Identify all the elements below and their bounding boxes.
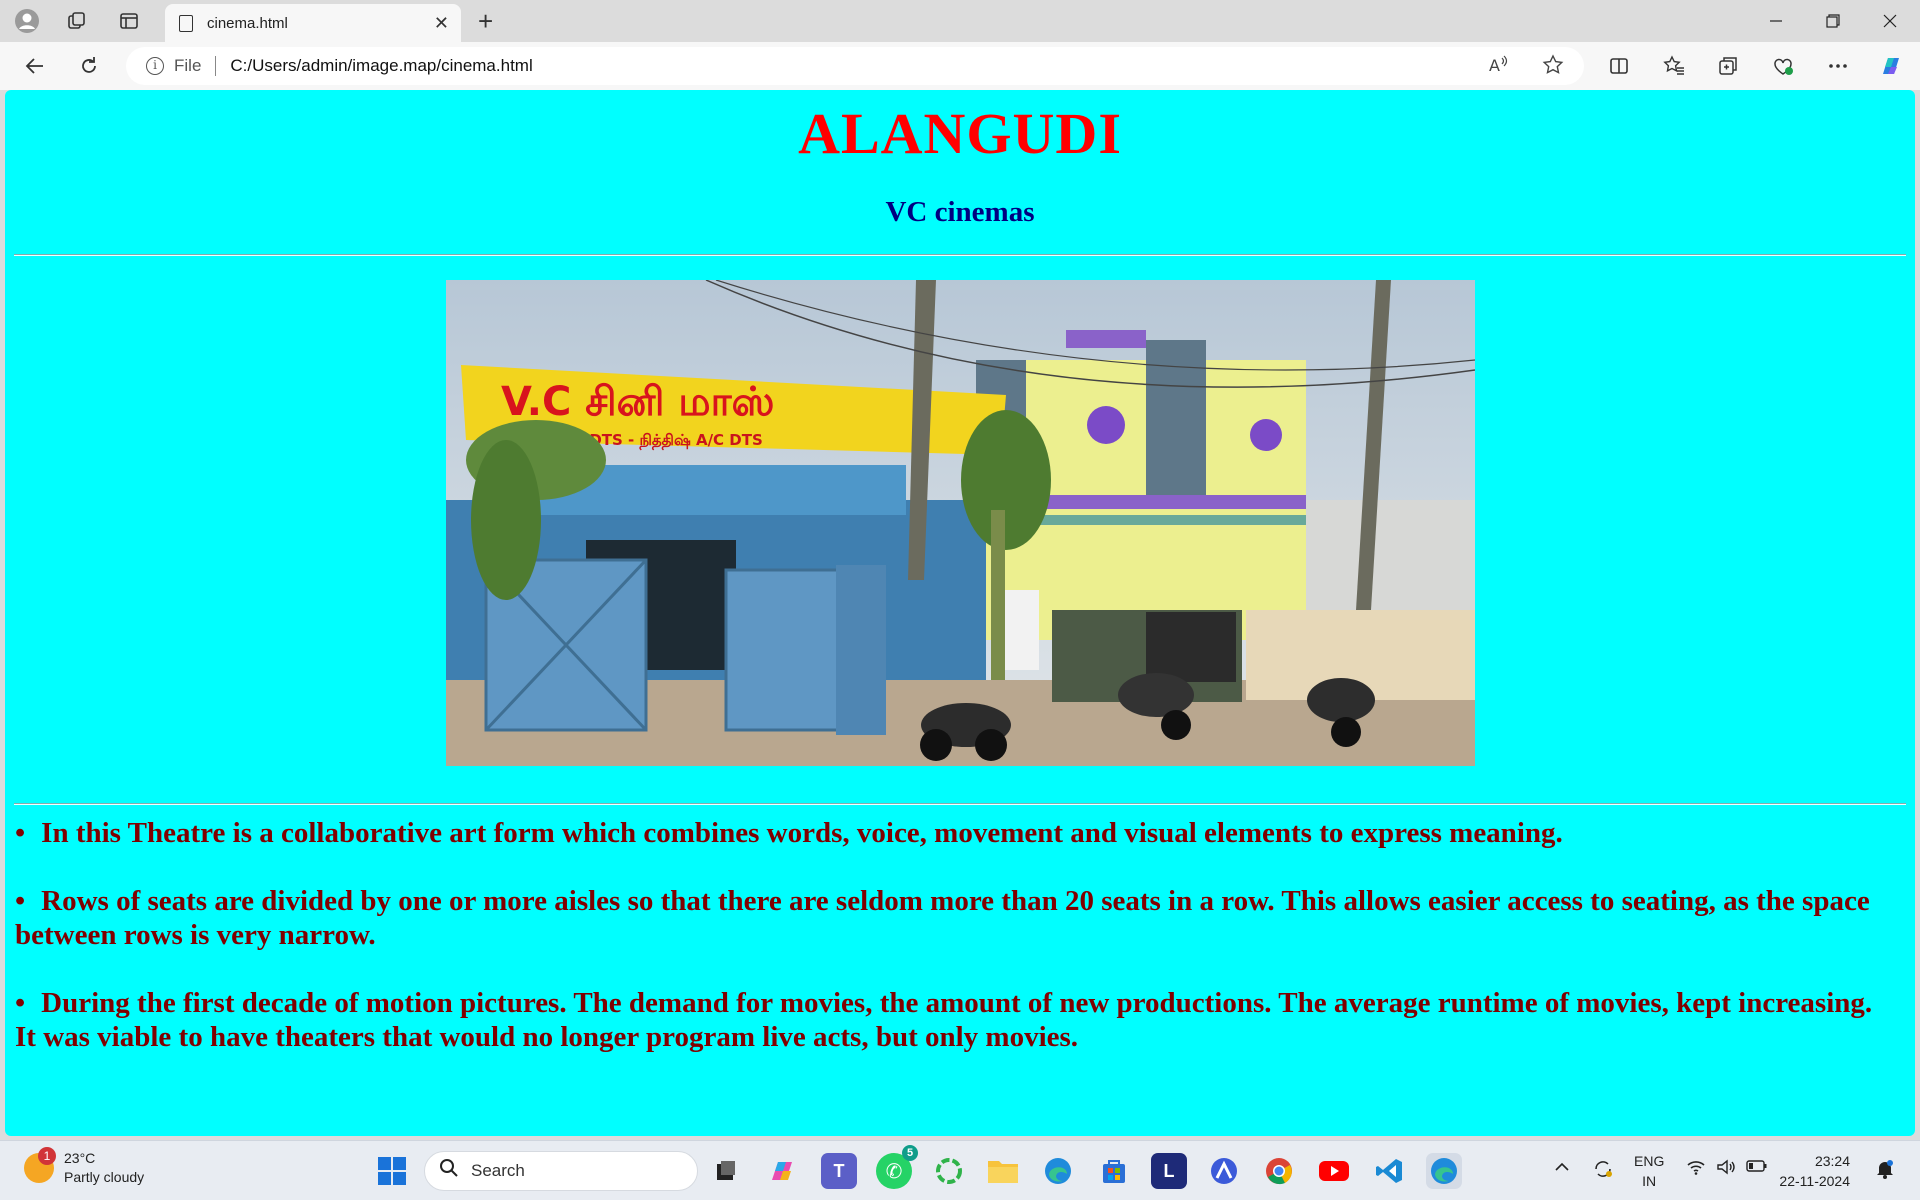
vertical-tabs-icon[interactable] xyxy=(114,8,144,34)
search-label: Search xyxy=(471,1161,525,1180)
wifi-icon[interactable] xyxy=(1686,1159,1706,1180)
page-content: ALANGUDI VC cinemas V.C சினி மாஸ் A/C DT… xyxy=(5,90,1915,1136)
info-bullets: • In this Theatre is a collaborative art … xyxy=(15,816,1895,1088)
bullet-item: • During the first decade of motion pictu… xyxy=(15,986,1895,1054)
youtube-icon[interactable] xyxy=(1316,1153,1352,1189)
new-tab-button[interactable]: + xyxy=(478,6,493,37)
banner-title: V.C சினி மாஸ் xyxy=(501,379,774,425)
search-icon xyxy=(439,1158,459,1184)
copilot-app-icon[interactable] xyxy=(765,1153,801,1189)
read-aloud-icon[interactable]: A xyxy=(1488,54,1510,82)
back-button[interactable] xyxy=(18,50,52,82)
refresh-button[interactable] xyxy=(72,50,106,82)
bottom-divider xyxy=(14,803,1906,805)
favorites-icon[interactable] xyxy=(1657,50,1691,82)
system-clock[interactable]: 23:24 22-11-2024 xyxy=(1779,1151,1850,1191)
tab-title: cinema.html xyxy=(207,14,288,32)
bullet-symbol: • xyxy=(15,885,26,917)
workspaces-icon[interactable] xyxy=(62,8,92,34)
weather-temp: 23°C xyxy=(64,1150,96,1166)
whatsapp-icon[interactable]: ✆ 5 xyxy=(876,1145,918,1189)
start-windows-icon[interactable] xyxy=(374,1153,410,1189)
site-info-icon[interactable]: i xyxy=(146,57,164,75)
bullet-text: In this Theatre is a collaborative art f… xyxy=(41,817,1563,849)
weather-desc: Partly cloudy xyxy=(64,1169,145,1185)
address-bar[interactable]: i File C:/Users/admin/image.map/cinema.h… xyxy=(126,47,1584,85)
weather-badge: 1 xyxy=(38,1147,56,1165)
browser-title-bar: cinema.html ✕ + xyxy=(0,0,1920,42)
store-icon[interactable] xyxy=(1096,1153,1132,1189)
top-divider xyxy=(14,254,1906,256)
refresh-app-icon[interactable] xyxy=(931,1153,967,1189)
svg-text:A: A xyxy=(1489,56,1500,75)
bullet-item: • Rows of seats are divided by one or mor… xyxy=(15,884,1895,952)
task-view-icon[interactable] xyxy=(708,1153,744,1189)
bullet-item: • In this Theatre is a collaborative art … xyxy=(15,816,1895,850)
notification-bell-icon[interactable] xyxy=(1876,1159,1894,1184)
clock-time: 23:24 xyxy=(1814,1153,1850,1169)
l-app-icon[interactable]: L xyxy=(1151,1153,1187,1189)
tab-cinema[interactable]: cinema.html ✕ xyxy=(165,4,461,42)
volume-icon[interactable] xyxy=(1716,1159,1736,1180)
address-prefix: File xyxy=(174,56,202,75)
page-heading: ALANGUDI xyxy=(798,101,1122,166)
browser-toolbar: i File C:/Users/admin/image.map/cinema.h… xyxy=(0,42,1920,90)
bullet-symbol: • xyxy=(15,817,26,849)
sync-icon[interactable] xyxy=(1592,1159,1614,1184)
weather-icon: 1 xyxy=(24,1147,56,1183)
language-indicator[interactable]: ENG IN xyxy=(1634,1151,1664,1191)
favorite-star-icon[interactable] xyxy=(1542,54,1564,82)
more-options-icon[interactable] xyxy=(1821,50,1855,82)
document-icon xyxy=(179,14,193,32)
battery-icon[interactable] xyxy=(1746,1159,1768,1178)
lang-line1: ENG xyxy=(1634,1153,1665,1169)
weather-widget[interactable]: 1 23°C Partly cloudy xyxy=(24,1147,145,1187)
arc-app-icon[interactable] xyxy=(1206,1153,1242,1189)
close-tab-icon[interactable]: ✕ xyxy=(434,13,449,34)
edge-icon[interactable] xyxy=(1040,1153,1076,1189)
split-screen-icon[interactable] xyxy=(1602,50,1636,82)
teams-icon[interactable]: T xyxy=(821,1153,857,1189)
restore-button[interactable] xyxy=(1813,6,1853,36)
collections-icon[interactable] xyxy=(1711,50,1745,82)
minimize-button[interactable] xyxy=(1756,6,1796,36)
edge-active-icon[interactable] xyxy=(1426,1153,1462,1189)
url-text[interactable]: C:/Users/admin/image.map/cinema.html xyxy=(230,56,532,76)
close-window-button[interactable] xyxy=(1870,6,1910,36)
taskbar: 1 23°C Partly cloudy Search T ✆ 5 L ENG … xyxy=(0,1140,1920,1200)
bullet-symbol: • xyxy=(15,987,26,1019)
taskbar-search[interactable]: Search xyxy=(424,1151,698,1191)
address-separator xyxy=(215,56,217,76)
browser-essentials-icon[interactable] xyxy=(1766,50,1800,82)
bullet-text: Rows of seats are divided by one or more… xyxy=(15,885,1870,951)
whatsapp-badge: 5 xyxy=(902,1145,918,1161)
lang-line2: IN xyxy=(1642,1173,1657,1189)
vscode-icon[interactable] xyxy=(1371,1153,1407,1189)
bullet-text: During the first decade of motion pictur… xyxy=(15,987,1873,1053)
profile-icon[interactable] xyxy=(12,8,42,34)
show-hidden-icons[interactable] xyxy=(1554,1159,1570,1177)
file-explorer-icon[interactable] xyxy=(985,1153,1021,1189)
page-subheading: VC cinemas xyxy=(885,196,1035,228)
clock-date: 22-11-2024 xyxy=(1779,1173,1850,1189)
cinema-photo: V.C சினி மாஸ் A/C DTS - நித்திஷ் A/C DTS xyxy=(446,280,1475,766)
copilot-icon[interactable] xyxy=(1874,50,1908,82)
chrome-icon[interactable] xyxy=(1261,1153,1297,1189)
